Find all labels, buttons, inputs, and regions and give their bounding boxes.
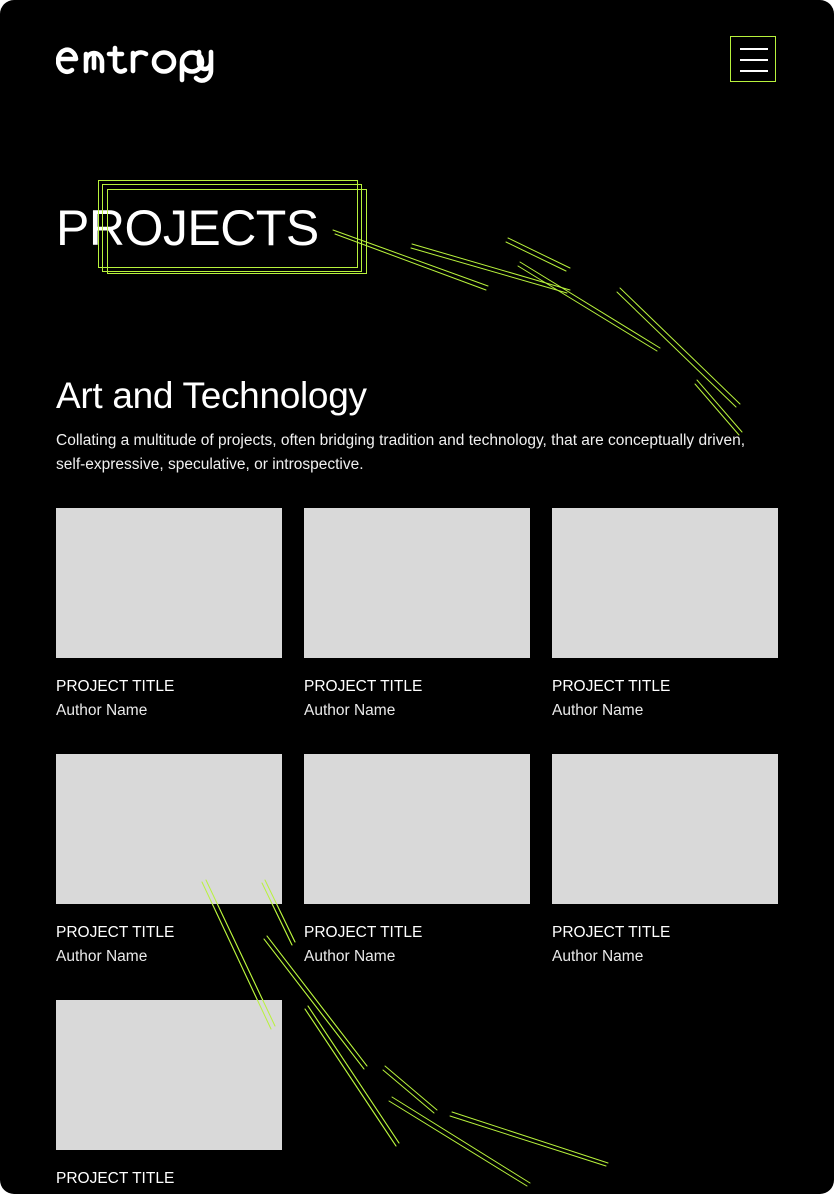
project-title[interactable]: PROJECT TITLE (552, 677, 778, 697)
project-author: Author Name (304, 948, 396, 965)
project-thumbnail[interactable] (304, 754, 530, 904)
project-title[interactable]: PROJECT TITLE (552, 923, 778, 943)
project-card[interactable]: PROJECT TITLE Author Name (56, 754, 282, 972)
entropy-logo[interactable] (55, 40, 216, 89)
menu-bar-bottom (740, 70, 768, 72)
section-heading: Art and Technology (56, 375, 367, 416)
project-thumbnail[interactable] (56, 1000, 282, 1150)
project-author: Author Name (56, 702, 148, 719)
project-thumbnail[interactable] (56, 754, 282, 904)
project-thumbnail[interactable] (304, 508, 530, 658)
project-thumbnail[interactable] (552, 508, 778, 658)
project-thumbnail[interactable] (552, 754, 778, 904)
project-author: Author Name (552, 702, 644, 719)
project-title[interactable]: PROJECT TITLE (56, 1169, 282, 1189)
project-title[interactable]: PROJECT TITLE (304, 923, 530, 943)
project-thumbnail[interactable] (56, 508, 282, 658)
section-description: Collating a multitude of projects, often… (56, 432, 746, 473)
entropy-logo-mark (55, 45, 214, 83)
project-title[interactable]: PROJECT TITLE (56, 677, 282, 697)
project-title[interactable]: PROJECT TITLE (304, 677, 530, 697)
project-card[interactable]: PROJECT TITLE Author Name (56, 508, 282, 726)
project-card[interactable]: PROJECT TITLE Author Name (304, 508, 530, 726)
project-card[interactable]: PROJECT TITLE (56, 1000, 282, 1194)
project-title[interactable]: PROJECT TITLE (56, 923, 282, 943)
project-author: Author Name (56, 948, 148, 965)
menu-bar-top (740, 48, 768, 50)
project-card[interactable]: PROJECT TITLE Author Name (552, 508, 778, 726)
project-card[interactable]: PROJECT TITLE Author Name (304, 754, 530, 972)
project-author: Author Name (304, 702, 396, 719)
project-card[interactable]: PROJECT TITLE Author Name (552, 754, 778, 972)
project-author: Author Name (552, 948, 644, 965)
project-grid: PROJECT TITLE Author Name PROJECT TITLE … (56, 508, 778, 1194)
menu-button[interactable] (730, 36, 776, 82)
app-screen: PROJECTS Art and Technology Collating a … (0, 0, 834, 1194)
decorative-frame (107, 189, 367, 274)
menu-bar-middle (740, 59, 768, 61)
